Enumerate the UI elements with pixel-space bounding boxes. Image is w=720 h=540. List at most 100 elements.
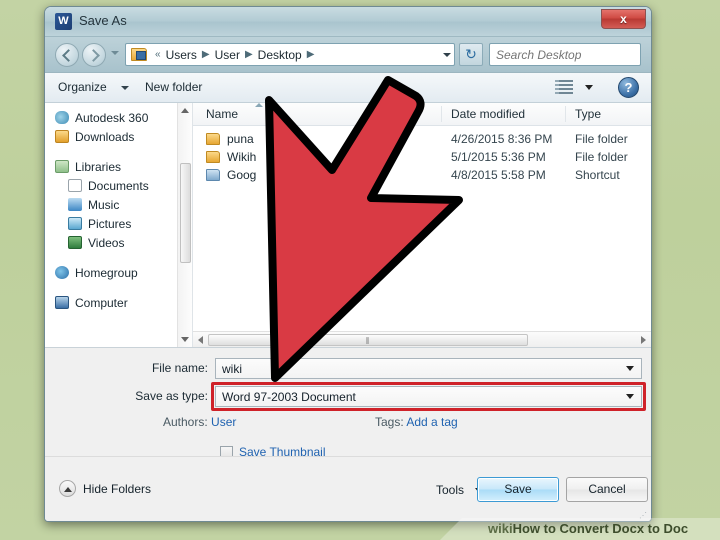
sidebar-item-downloads[interactable]: Downloads xyxy=(45,127,192,146)
wikihow-watermark: wikiHow to Convert Docx to Doc xyxy=(440,518,720,540)
refresh-icon[interactable]: ↻ xyxy=(459,43,483,66)
scroll-left-arrow-icon[interactable] xyxy=(198,336,203,344)
scrollbar-thumb[interactable]: ⫴ xyxy=(208,334,528,346)
save-button[interactable]: Save xyxy=(477,477,559,502)
authors-field[interactable]: Authors: User xyxy=(163,415,236,429)
breadcrumb-item-user[interactable]: User xyxy=(214,48,241,62)
sidebar-item-label: Downloads xyxy=(75,129,135,144)
column-header-date-modified[interactable]: Date modified xyxy=(451,107,525,121)
sidebar-item-videos[interactable]: Videos xyxy=(45,233,192,252)
file-name-input[interactable] xyxy=(216,360,626,377)
watermark-brand-bold: How xyxy=(512,521,541,536)
navigation-pane-list: Autodesk 360 Downloads Libraries Documen… xyxy=(45,103,192,312)
scroll-right-arrow-icon[interactable] xyxy=(641,336,646,344)
cancel-button[interactable]: Cancel xyxy=(566,477,648,502)
navigation-pane: Autodesk 360 Downloads Libraries Documen… xyxy=(45,103,193,347)
sidebar-item-music[interactable]: Music xyxy=(45,195,192,214)
sidebar-item-autodesk-360[interactable]: Autodesk 360 xyxy=(45,108,192,127)
video-icon xyxy=(68,236,82,249)
sidebar-item-label: Music xyxy=(88,197,120,212)
homegroup-icon xyxy=(55,266,69,279)
command-bar: Organize New folder ? xyxy=(45,73,651,103)
hide-folders-button[interactable]: Hide Folders xyxy=(59,480,151,497)
sidebar-item-computer[interactable]: Computer xyxy=(45,293,192,312)
file-type: File folder xyxy=(575,132,628,146)
sidebar-item-label: Documents xyxy=(88,178,149,193)
tags-label: Tags: xyxy=(375,415,404,429)
sidebar-item-homegroup[interactable]: Homegroup xyxy=(45,263,192,282)
collapse-up-icon xyxy=(59,480,76,497)
navigation-pane-scrollbar[interactable] xyxy=(177,103,192,347)
document-icon xyxy=(68,179,82,192)
help-icon[interactable]: ? xyxy=(618,77,639,98)
column-header-type[interactable]: Type xyxy=(575,107,601,121)
organize-chevron-down-icon[interactable] xyxy=(121,86,129,90)
breadcrumb-separator-icon[interactable]: ▶ xyxy=(303,49,319,60)
table-row[interactable]: Wikih 5/1/2015 5:36 PM File folder xyxy=(193,148,651,166)
new-folder-button[interactable]: New folder xyxy=(145,80,202,94)
computer-icon xyxy=(55,296,69,309)
folder-icon xyxy=(206,151,220,163)
view-chevron-down-icon[interactable] xyxy=(585,85,593,90)
table-row[interactable]: Goog 4/8/2015 5:58 PM Shortcut xyxy=(193,166,651,184)
music-icon xyxy=(68,198,82,211)
close-button[interactable]: x xyxy=(601,9,646,29)
save-form: File name: Save as type: Word 97-2003 Do… xyxy=(45,348,651,459)
forward-arrow-icon[interactable] xyxy=(82,43,106,67)
file-list-pane: Name Date modified Type puna 4/26/2015 8… xyxy=(193,103,651,347)
sidebar-item-label: Videos xyxy=(88,235,125,250)
save-as-type-dropdown[interactable]: Word 97-2003 Document xyxy=(215,386,642,407)
scrollbar-thumb[interactable] xyxy=(180,163,191,263)
sidebar-item-label: Libraries xyxy=(75,159,122,174)
navigation-bar: « Users ▶ User ▶ Desktop ▶ ↻ ⚲ xyxy=(45,37,651,73)
tags-field[interactable]: Tags: Add a tag xyxy=(375,415,458,429)
file-name-field[interactable] xyxy=(215,358,642,379)
breadcrumb-separator-icon: ▶ xyxy=(201,49,210,60)
horizontal-scrollbar[interactable]: ⫴ xyxy=(193,331,651,347)
search-input[interactable] xyxy=(490,46,651,63)
sidebar-item-pictures[interactable]: Pictures xyxy=(45,214,192,233)
sidebar-item-label: Homegroup xyxy=(75,265,138,280)
tools-button[interactable]: Tools xyxy=(436,483,464,497)
sidebar-item-label: Pictures xyxy=(88,216,132,231)
file-name: puna xyxy=(227,132,254,146)
column-header-name[interactable]: Name xyxy=(206,107,238,121)
file-name-chevron-down-icon[interactable] xyxy=(626,366,634,371)
picture-icon xyxy=(68,217,82,230)
view-layout-icon[interactable] xyxy=(555,80,573,95)
table-row[interactable]: puna 4/26/2015 8:36 PM File folder xyxy=(193,130,651,148)
sidebar-item-label: Autodesk 360 xyxy=(75,110,149,125)
sidebar-item-libraries[interactable]: Libraries xyxy=(45,157,192,176)
file-date-modified: 4/8/2015 5:58 PM xyxy=(451,168,546,182)
recent-pages-chevron-down-icon[interactable] xyxy=(111,51,119,55)
libraries-icon xyxy=(55,160,69,173)
back-arrow-icon[interactable] xyxy=(55,43,79,67)
address-chevron-down-icon[interactable] xyxy=(443,53,451,57)
word-icon: W xyxy=(55,13,72,30)
authors-value[interactable]: User xyxy=(211,415,236,429)
organize-button[interactable]: Organize xyxy=(58,80,107,94)
save-as-type-label: Save as type: xyxy=(135,389,208,403)
sort-ascending-icon xyxy=(255,103,263,107)
breadcrumb-overflow[interactable]: « xyxy=(151,49,165,60)
address-bar[interactable]: « Users ▶ User ▶ Desktop ▶ xyxy=(125,43,455,66)
breadcrumb-item-desktop[interactable]: Desktop xyxy=(257,48,303,62)
dialog-body: Autodesk 360 Downloads Libraries Documen… xyxy=(45,103,651,348)
file-type: Shortcut xyxy=(575,168,620,182)
save-as-type-chevron-down-icon[interactable] xyxy=(626,394,634,399)
file-date-modified: 5/1/2015 5:36 PM xyxy=(451,150,546,164)
sidebar-item-documents[interactable]: Documents xyxy=(45,176,192,195)
downloads-icon xyxy=(55,130,69,143)
breadcrumb-item-users[interactable]: Users xyxy=(165,48,198,62)
tags-value[interactable]: Add a tag xyxy=(406,415,457,429)
scroll-up-arrow-icon[interactable] xyxy=(181,108,189,113)
folder-icon xyxy=(206,133,220,145)
file-name-label: File name: xyxy=(151,361,208,375)
search-box[interactable]: ⚲ xyxy=(489,43,651,66)
file-list-rows: puna 4/26/2015 8:36 PM File folder Wikih… xyxy=(193,126,651,184)
dialog-footer: Hide Folders Tools Save Cancel ⋰ xyxy=(45,456,651,521)
file-date-modified: 4/26/2015 8:36 PM xyxy=(451,132,553,146)
sidebar-item-label: Computer xyxy=(75,295,128,310)
scroll-down-arrow-icon[interactable] xyxy=(181,337,189,342)
authors-label: Authors: xyxy=(163,415,208,429)
